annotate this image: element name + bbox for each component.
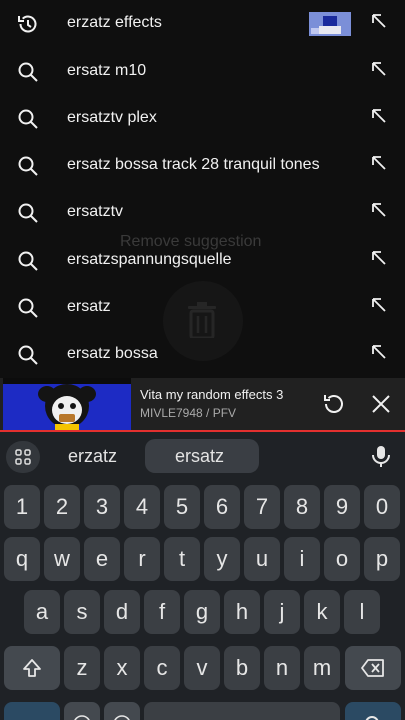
suggestion-item[interactable]: ersatz bossa — [0, 331, 405, 378]
suggestion-text: ersatztv plex — [67, 109, 157, 126]
key-v[interactable]: v — [184, 646, 220, 690]
key-1[interactable]: 1 — [4, 485, 40, 529]
shift-key[interactable] — [4, 646, 60, 690]
key-z[interactable]: z — [64, 646, 100, 690]
key-s[interactable]: s — [64, 590, 100, 634]
search-icon — [18, 109, 38, 129]
grid-icon — [15, 449, 31, 465]
key-p[interactable]: p — [364, 537, 400, 581]
key-6[interactable]: 6 — [204, 485, 240, 529]
suggestion-item[interactable]: ersatzspannungsquelle — [0, 237, 405, 284]
search-key[interactable] — [345, 702, 401, 720]
globe-icon — [114, 715, 130, 720]
fill-query-arrow-icon[interactable] — [368, 341, 390, 363]
search-suggestions-list: Remove suggestion erzatz effects ersatz … — [0, 0, 405, 378]
key-3[interactable]: 3 — [84, 485, 120, 529]
key-u[interactable]: u — [244, 537, 280, 581]
fill-query-arrow-icon[interactable] — [368, 294, 390, 316]
emoji-icon — [74, 715, 90, 720]
suggestion-thumbnail — [309, 12, 351, 36]
suggestion-item[interactable]: erzatz effects — [0, 0, 405, 47]
fill-query-arrow-icon[interactable] — [368, 199, 390, 221]
close-icon[interactable] — [368, 391, 394, 417]
key-5[interactable]: 5 — [164, 485, 200, 529]
suggestion-text: erzatz effects — [67, 14, 162, 31]
suggestion-text: ersatz m10 — [67, 62, 147, 79]
suggestion-item[interactable]: ersatz bossa track 28 tranquil tones — [0, 142, 405, 189]
key-4[interactable]: 4 — [124, 485, 160, 529]
suggestion-text: ersatztv — [67, 203, 124, 220]
on-screen-keyboard: erzatz ersatz 1 2 3 4 5 6 7 8 9 0 q w e … — [0, 432, 405, 720]
suggestion-item[interactable]: ersatztv — [0, 189, 405, 236]
key-x[interactable]: x — [104, 646, 140, 690]
microphone-icon[interactable] — [370, 444, 392, 468]
shift-icon — [23, 659, 41, 677]
fill-query-arrow-icon[interactable] — [368, 58, 390, 80]
key-c[interactable]: c — [144, 646, 180, 690]
keyboard-suggestion[interactable]: erzatz — [68, 446, 117, 467]
key-k[interactable]: k — [304, 590, 340, 634]
search-icon — [18, 251, 38, 271]
key-a[interactable]: a — [24, 590, 60, 634]
key-j[interactable]: j — [264, 590, 300, 634]
key-d[interactable]: d — [104, 590, 140, 634]
suggestion-text: ersatzspannungsquelle — [67, 251, 232, 268]
key-w[interactable]: w — [44, 537, 80, 581]
key-q[interactable]: q — [4, 537, 40, 581]
keyboard-suggestion[interactable]: ersatz — [175, 446, 224, 467]
key-b[interactable]: b — [224, 646, 260, 690]
suggestion-item[interactable]: ersatz m10 — [0, 48, 405, 95]
key-o[interactable]: o — [324, 537, 360, 581]
keyboard-menu-button[interactable] — [6, 441, 40, 473]
fill-query-arrow-icon[interactable] — [368, 247, 390, 269]
suggestion-text: ersatz bossa track 28 tranquil tones — [67, 156, 320, 173]
key-0[interactable]: 0 — [364, 485, 400, 529]
video-thumbnail[interactable] — [3, 378, 131, 430]
suggestion-text: ersatz bossa — [67, 345, 158, 362]
key-9[interactable]: 9 — [324, 485, 360, 529]
key-n[interactable]: n — [264, 646, 300, 690]
search-icon — [18, 62, 38, 82]
key-t[interactable]: t — [164, 537, 200, 581]
keyboard-suggestion-strip: erzatz ersatz — [0, 432, 405, 478]
search-icon — [365, 716, 379, 720]
suggestion-item[interactable]: ersatz — [0, 284, 405, 331]
key-h[interactable]: h — [224, 590, 260, 634]
emoji-key[interactable] — [64, 702, 100, 720]
globe-key[interactable] — [104, 702, 140, 720]
replay-icon[interactable] — [321, 391, 347, 417]
search-icon — [18, 156, 38, 176]
key-e[interactable]: e — [84, 537, 120, 581]
suggestion-item[interactable]: ersatztv plex — [0, 95, 405, 142]
symbols-key[interactable] — [4, 702, 60, 720]
key-f[interactable]: f — [144, 590, 180, 634]
mini-player[interactable]: Vita my random effects 3 MIVLE7948 / PFV — [0, 378, 405, 432]
key-m[interactable]: m — [304, 646, 340, 690]
key-8[interactable]: 8 — [284, 485, 320, 529]
key-7[interactable]: 7 — [244, 485, 280, 529]
space-key[interactable] — [144, 702, 340, 720]
fill-query-arrow-icon[interactable] — [368, 10, 390, 32]
backspace-key[interactable] — [345, 646, 401, 690]
fill-query-arrow-icon[interactable] — [368, 105, 390, 127]
key-r[interactable]: r — [124, 537, 160, 581]
fill-query-arrow-icon[interactable] — [368, 152, 390, 174]
search-icon — [18, 298, 38, 318]
backspace-icon — [361, 659, 384, 677]
video-title: Vita my random effects 3 — [140, 387, 284, 402]
key-g[interactable]: g — [184, 590, 220, 634]
history-icon — [18, 15, 37, 33]
video-channel: MIVLE7948 / PFV — [140, 406, 237, 420]
key-l[interactable]: l — [344, 590, 380, 634]
suggestion-text: ersatz — [67, 298, 111, 315]
search-icon — [18, 203, 38, 223]
key-y[interactable]: y — [204, 537, 240, 581]
key-2[interactable]: 2 — [44, 485, 80, 529]
search-icon — [18, 345, 38, 365]
key-i[interactable]: i — [284, 537, 320, 581]
